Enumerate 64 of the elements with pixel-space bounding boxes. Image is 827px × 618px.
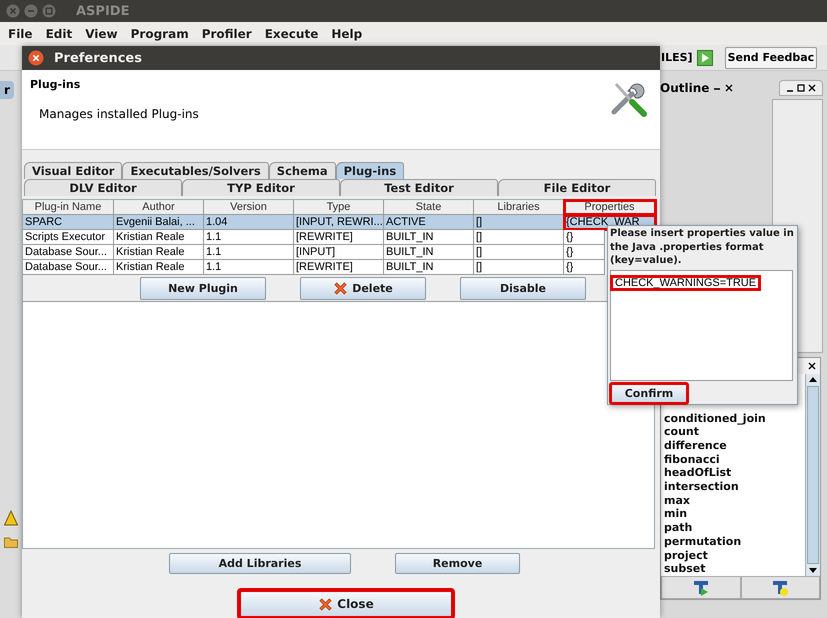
menu-item[interactable]: Program bbox=[130, 26, 189, 40]
warning-icon bbox=[4, 510, 18, 526]
function-item[interactable]: fibonacci bbox=[664, 452, 805, 466]
toolbar-button[interactable] bbox=[740, 576, 820, 599]
folder-icon bbox=[4, 536, 18, 548]
t-arrow-icon bbox=[692, 580, 709, 596]
function-item[interactable]: permutation bbox=[664, 534, 805, 549]
dialog-button[interactable]: New Plugin bbox=[140, 277, 266, 300]
tab[interactable]: Executables/Solvers bbox=[122, 162, 269, 179]
menu-item[interactable]: Execute bbox=[264, 26, 318, 40]
function-item[interactable]: headOfList bbox=[664, 466, 805, 480]
dialog-button[interactable]: Remove bbox=[395, 553, 520, 574]
section-description: Manages installed Plug-ins bbox=[39, 107, 199, 121]
function-item[interactable]: min bbox=[664, 507, 805, 522]
tab[interactable]: Plug-ins bbox=[336, 162, 404, 179]
close-icon[interactable] bbox=[808, 362, 816, 370]
section-heading: Plug-ins bbox=[30, 78, 82, 91]
dialog-button[interactable]: Add Libraries bbox=[169, 553, 351, 574]
function-item[interactable]: path bbox=[664, 521, 805, 535]
menu-item[interactable]: Help bbox=[331, 26, 362, 40]
function-item[interactable]: max bbox=[664, 494, 805, 508]
toolbar-button[interactable] bbox=[661, 576, 740, 599]
dialog-button[interactable]: Delete bbox=[300, 277, 426, 300]
close-icon[interactable] bbox=[725, 84, 734, 92]
menu-item[interactable]: Profiler bbox=[202, 26, 252, 40]
play-icon[interactable] bbox=[696, 50, 713, 66]
close-icon[interactable] bbox=[28, 50, 44, 66]
function-item[interactable]: count bbox=[664, 425, 805, 439]
cross-icon bbox=[318, 596, 334, 612]
popup-message: Please insert properties value in the Java .properties format (key=value). bbox=[610, 228, 795, 268]
dialog-title: Preferences bbox=[54, 50, 142, 66]
window-title: ASPIDE bbox=[76, 4, 130, 18]
function-item[interactable]: subset bbox=[664, 562, 805, 576]
outline-tab[interactable]: Outline bbox=[660, 81, 710, 95]
toolbar-label: ILES] bbox=[661, 51, 693, 64]
t-star-icon bbox=[772, 580, 788, 596]
close-icon[interactable] bbox=[808, 84, 816, 92]
function-item[interactable]: intersection bbox=[664, 480, 805, 494]
tab[interactable]: Test Editor bbox=[340, 179, 498, 196]
function-item[interactable]: conditioned_join bbox=[664, 412, 805, 426]
column-header[interactable]: Properties bbox=[564, 200, 656, 215]
properties-text-area[interactable]: CHECK_WARNINGS=TRUE bbox=[610, 270, 793, 382]
tab[interactable]: Visual Editor bbox=[24, 162, 122, 179]
menu-item[interactable]: Edit bbox=[46, 26, 72, 40]
tab[interactable]: File Editor bbox=[498, 179, 656, 196]
tab[interactable]: Schema bbox=[268, 162, 336, 179]
table-row[interactable]: Database Sour... Kristian Reale 1.1 [INPUT] BUILT_IN [] {} bbox=[23, 245, 605, 260]
maximize-icon[interactable] bbox=[797, 84, 805, 92]
properties-value: CHECK_WARNINGS=TRUE bbox=[611, 276, 760, 290]
menu-item[interactable]: File bbox=[8, 26, 33, 40]
close-button[interactable]: Close bbox=[239, 590, 453, 618]
table-row[interactable]: Database Sour... Kristian Reale 1.1 [REWRITE] BUILT_IN [] {} bbox=[23, 260, 605, 275]
tab[interactable]: TYP Editor bbox=[182, 179, 340, 196]
tab[interactable]: DLV Editor bbox=[24, 179, 182, 196]
table-row[interactable]: Scripts Executor Kristian Reale 1.1 [REWRITE] BUILT_IN [] {} bbox=[23, 230, 605, 245]
menu-item[interactable]: View bbox=[85, 26, 118, 40]
scrollbar[interactable] bbox=[805, 374, 820, 576]
panel-tab[interactable]: r bbox=[0, 81, 14, 99]
dialog-button[interactable]: Disable bbox=[460, 277, 586, 300]
feedback-button[interactable]: Send Feedbac bbox=[724, 46, 818, 68]
cross-icon bbox=[333, 281, 348, 296]
function-item[interactable]: difference bbox=[664, 438, 805, 453]
confirm-button[interactable]: Confirm bbox=[610, 383, 688, 404]
function-item[interactable]: project bbox=[664, 548, 805, 562]
